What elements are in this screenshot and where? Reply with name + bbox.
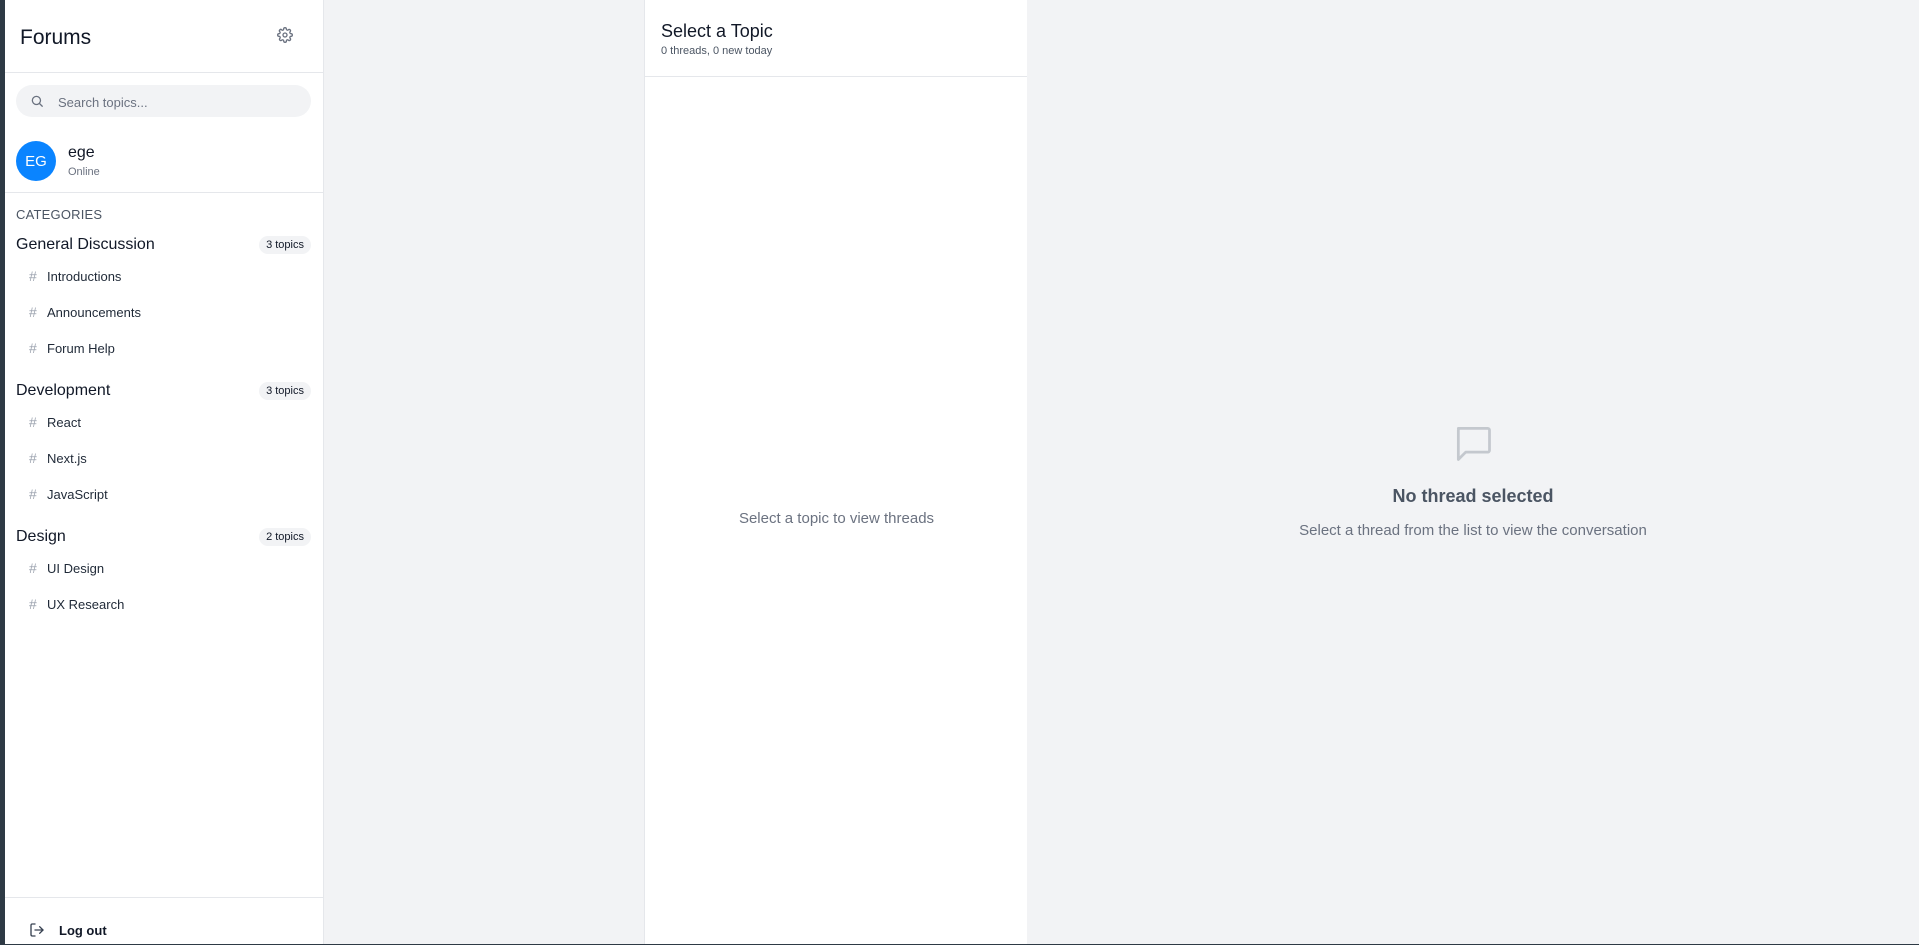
empty-state-title: No thread selected (1392, 486, 1554, 506)
thread-list-panel: Select a Topic 0 threads, 0 new today Se… (644, 0, 1029, 944)
user-status: Online (68, 166, 100, 178)
category-name[interactable]: General Discussion (16, 236, 155, 254)
thread-list-header: Select a Topic 0 threads, 0 new today (645, 0, 1028, 77)
topic-item-nextjs[interactable]: # Next.js (5, 442, 323, 478)
current-user: EG ege Online (5, 138, 323, 193)
category-header: General Discussion 3 topics (5, 232, 323, 260)
app-title: Forums (20, 26, 92, 49)
search-input[interactable] (56, 85, 305, 119)
topic-item-introductions[interactable]: # Introductions (5, 260, 323, 296)
gear-icon (277, 27, 293, 43)
settings-button[interactable] (275, 25, 295, 45)
topic-item-ui-design[interactable]: # UI Design (5, 552, 323, 588)
category-development: Development 3 topics # React # Next.js #… (5, 378, 323, 514)
topic-item-javascript[interactable]: # JavaScript (5, 478, 323, 514)
logout-icon (30, 923, 44, 937)
topic-item-ux-research[interactable]: # UX Research (5, 588, 323, 624)
avatar[interactable]: EG (16, 141, 56, 181)
topic-item-announcements[interactable]: # Announcements (5, 296, 323, 332)
category-header: Design 2 topics (5, 524, 323, 552)
conversation-panel: No thread selected Select a thread from … (1027, 0, 1919, 944)
category-name[interactable]: Development (16, 382, 110, 400)
category-name[interactable]: Design (16, 528, 66, 546)
topic-label: JavaScript (47, 487, 108, 502)
category-header: Development 3 topics (5, 378, 323, 406)
topic-label: UX Research (47, 597, 125, 612)
topic-item-react[interactable]: # React (5, 406, 323, 442)
thread-list-title: Select a Topic (661, 21, 773, 41)
topic-label: Announcements (47, 305, 141, 320)
topic-item-forum-help[interactable]: # Forum Help (5, 332, 323, 368)
hash-icon: # (29, 414, 37, 430)
category-general-discussion: General Discussion 3 topics # Introducti… (5, 232, 323, 368)
topic-label: UI Design (47, 561, 105, 576)
search-icon (31, 95, 43, 107)
categories-heading: CATEGORIES (16, 207, 103, 222)
forum-app: Forums EG ege Online CATEGORIES (5, 0, 1919, 944)
topic-label: Forum Help (47, 341, 115, 356)
category-list: General Discussion 3 topics # Introducti… (5, 232, 323, 634)
sidebar-footer: Log out (5, 897, 323, 945)
hash-icon: # (29, 304, 37, 320)
user-name: ege (68, 144, 95, 161)
topic-label: React (47, 415, 81, 430)
category-design: Design 2 topics # UI Design # UX Researc… (5, 524, 323, 624)
topic-count-badge: 2 topics (259, 528, 311, 546)
topic-count-badge: 3 topics (259, 236, 311, 254)
hash-icon: # (29, 486, 37, 502)
hash-icon: # (29, 268, 37, 284)
topic-count-badge: 3 topics (259, 382, 311, 400)
search-box (16, 85, 311, 119)
hash-icon: # (29, 340, 37, 356)
thread-list-empty-message: Select a topic to view threads (738, 510, 935, 527)
message-square-icon (1456, 426, 1491, 461)
logout-label: Log out (59, 922, 107, 938)
hash-icon: # (29, 450, 37, 466)
topic-label: Introductions (47, 269, 122, 284)
thread-count-summary: 0 threads, 0 new today (661, 45, 773, 57)
empty-state-subtitle: Select a thread from the list to view th… (1299, 522, 1647, 539)
sidebar: Forums EG ege Online CATEGORIES (5, 0, 324, 944)
hash-icon: # (29, 560, 37, 576)
sidebar-header: Forums (5, 0, 323, 73)
hash-icon: # (29, 596, 37, 612)
topic-label: Next.js (47, 451, 87, 466)
logout-button[interactable]: Log out (29, 920, 107, 940)
